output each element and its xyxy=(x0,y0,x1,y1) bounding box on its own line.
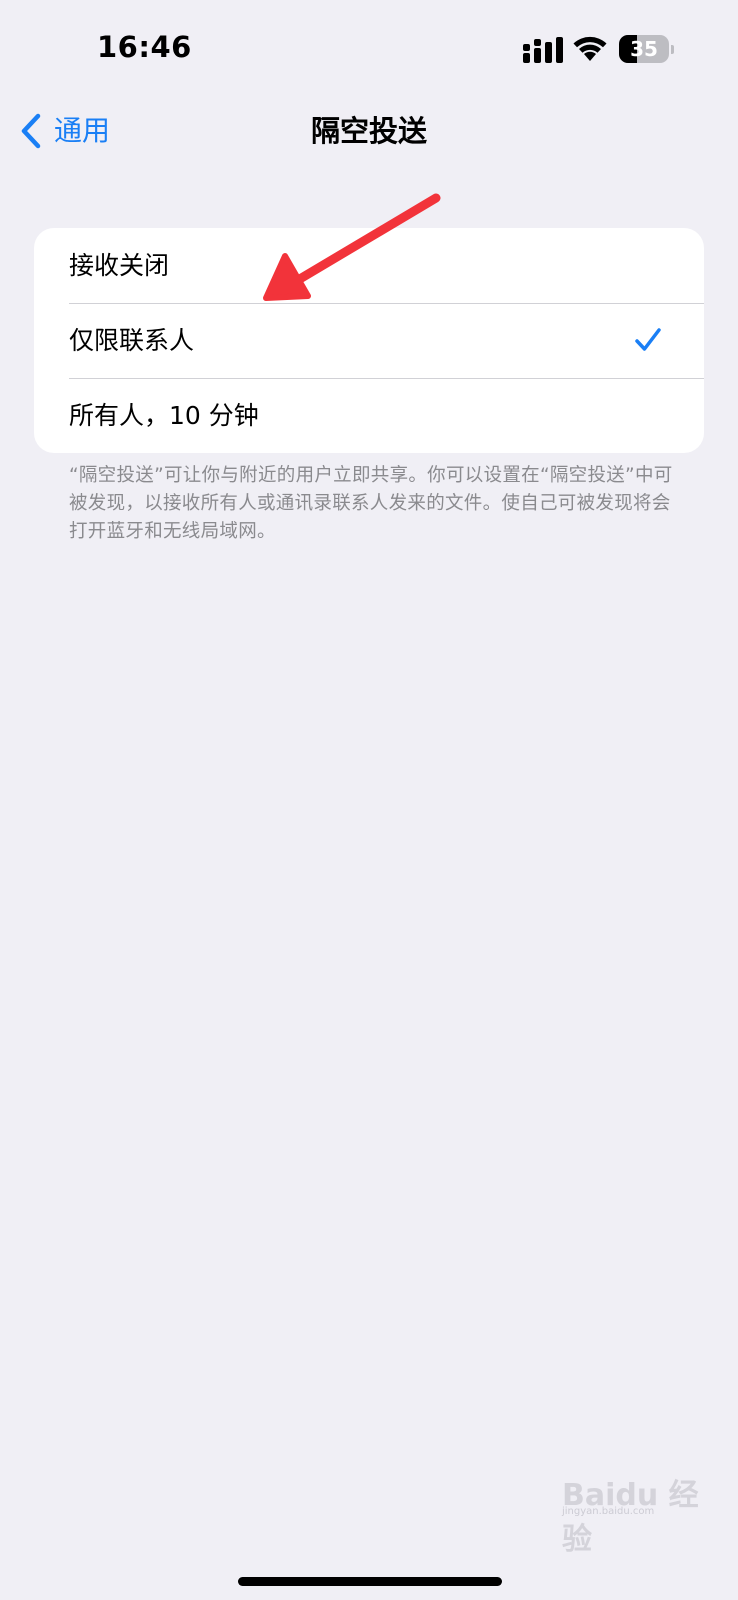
wifi-icon xyxy=(573,36,607,61)
option-receiving-off[interactable]: 接收关闭 xyxy=(34,228,704,303)
battery-body: 35 xyxy=(619,35,669,63)
nav-bar: 隔空投送 通用 xyxy=(0,100,738,162)
option-label: 所有人，10 分钟 xyxy=(69,401,259,430)
battery-icon: 35 xyxy=(619,35,675,63)
airdrop-options-list: 接收关闭 仅限联系人 所有人，10 分钟 xyxy=(34,228,704,453)
option-label: 接收关闭 xyxy=(69,251,170,280)
option-everyone-10-minutes[interactable]: 所有人，10 分钟 xyxy=(34,378,704,453)
watermark-sub-text: jingyan.baidu.com xyxy=(562,1506,655,1517)
battery-tip xyxy=(671,45,674,54)
option-contacts-only[interactable]: 仅限联系人 xyxy=(34,303,704,378)
signal-icon xyxy=(523,37,563,63)
checkmark-icon xyxy=(635,328,661,351)
home-indicator[interactable] xyxy=(238,1577,502,1586)
battery-level: 35 xyxy=(630,37,658,61)
back-label: 通用 xyxy=(54,114,111,147)
footer-note: “隔空投送”可让你与附近的用户立即共享。你可以设置在“隔空投送”中可被发现，以接… xyxy=(69,465,673,542)
status-time: 16:46 xyxy=(97,30,192,64)
back-button[interactable]: 通用 xyxy=(20,108,110,154)
chevron-left-icon xyxy=(21,113,41,149)
page-title: 隔空投送 xyxy=(310,114,427,148)
status-bar: 16:46 35 xyxy=(0,0,738,100)
option-label: 仅限联系人 xyxy=(69,326,195,355)
watermark-logo: Baidu 经验 jingyan.baidu.com xyxy=(562,1470,712,1557)
